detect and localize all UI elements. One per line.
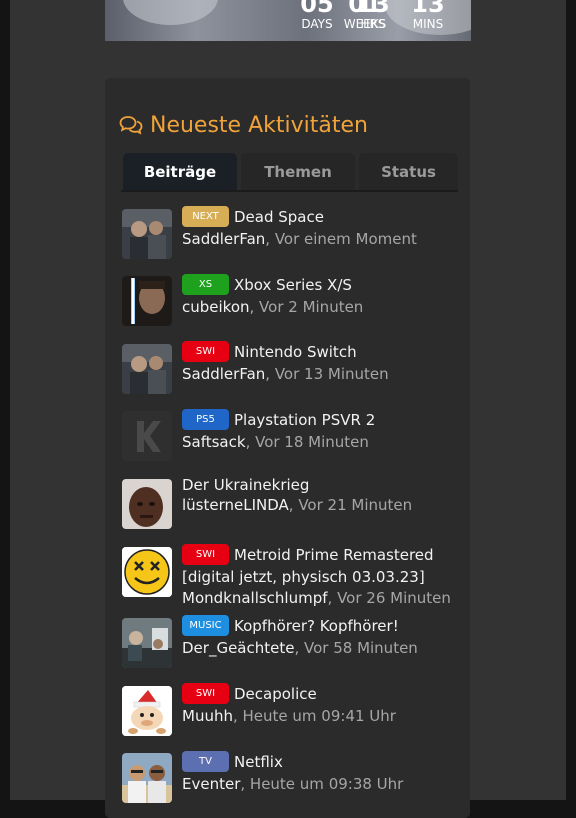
timestamp: , Heute um 09:38 Uhr — [240, 775, 404, 793]
activity-meta: cubeikon, Vor 2 Minuten — [182, 298, 363, 316]
countdown-label: DAYS — [301, 17, 333, 31]
latest-activities-panel: Neueste Aktivitäten Beiträge Themen Stat… — [105, 78, 470, 818]
comments-icon — [119, 116, 143, 135]
username-link[interactable]: SaddlerFan — [182, 365, 265, 383]
tab-label: Status — [381, 162, 436, 181]
countdown-minutes: 13 MINS — [398, 0, 458, 31]
timestamp: , Vor einem Moment — [265, 230, 417, 248]
username-link[interactable]: Saftsack — [182, 433, 246, 451]
thread-title[interactable]: Dead Space — [234, 208, 324, 226]
lightsaber-avatar[interactable] — [122, 276, 172, 326]
countdown-hours: 13 HRS — [343, 0, 403, 31]
tab-label: Beiträge — [143, 162, 217, 181]
activity-meta: Saftsack, Vor 18 Minuten — [182, 433, 369, 451]
countdown-value: 13 — [356, 0, 390, 18]
prefix-badge[interactable]: SWI — [182, 341, 229, 362]
prefix-badge[interactable]: SWI — [182, 683, 229, 704]
banner-graphic — [123, 0, 218, 25]
username-link[interactable]: Der_Geächtete — [182, 639, 294, 657]
username-link[interactable]: lüsterneLINDA — [182, 496, 289, 514]
activity-meta: SaddlerFan, Vor einem Moment — [182, 230, 417, 248]
scene-avatar[interactable] — [122, 618, 172, 668]
countdown-value: 13 — [411, 0, 445, 18]
thread-title[interactable]: Metroid Prime Remastered — [234, 546, 434, 564]
face-avatar[interactable] — [122, 479, 172, 529]
santa-avatar[interactable] — [122, 686, 172, 736]
soldier-avatar[interactable] — [122, 344, 172, 394]
thread-title[interactable]: Decapolice — [234, 685, 317, 703]
panel-title: Neueste Aktivitäten — [119, 110, 368, 140]
timestamp: , Vor 13 Minuten — [265, 365, 389, 383]
timestamp: , Vor 2 Minuten — [249, 298, 364, 316]
smiley-avatar[interactable] — [122, 547, 172, 597]
prefix-badge[interactable]: TV — [182, 751, 229, 772]
thread-title[interactable]: Xbox Series X/S — [234, 276, 352, 294]
username-link[interactable]: Mondknallschlumpf — [182, 589, 328, 607]
countdown-value: 05 — [300, 0, 334, 18]
tab-status[interactable]: Status — [359, 153, 458, 190]
letter-k-avatar[interactable] — [122, 411, 172, 461]
prefix-badge[interactable]: NEXT — [182, 206, 229, 227]
tab-beitraege[interactable]: Beiträge — [123, 153, 237, 190]
activity-meta: SaddlerFan, Vor 13 Minuten — [182, 365, 389, 383]
timestamp: , Vor 58 Minuten — [294, 639, 418, 657]
prefix-badge[interactable]: MUSIC — [182, 615, 229, 636]
timestamp: , Vor 26 Minuten — [327, 589, 451, 607]
tab-label: Themen — [264, 162, 332, 181]
timestamp: , Vor 21 Minuten — [288, 496, 413, 514]
prefix-badge[interactable]: XS — [182, 274, 229, 295]
thread-title-continued[interactable]: [digital jetzt, physisch 03.03.23] — [182, 568, 425, 586]
countdown-banner[interactable]: 01 WEEKS 05 DAYS 13 HRS 13 MINS — [105, 0, 471, 41]
thread-title[interactable]: Playstation PSVR 2 — [234, 411, 375, 429]
countdown-label: MINS — [412, 17, 444, 31]
duo-avatar[interactable] — [122, 753, 172, 803]
thread-title[interactable]: Der Ukrainekrieg — [182, 476, 309, 494]
username-link[interactable]: Eventer — [182, 775, 240, 793]
username-link[interactable]: SaddlerFan — [182, 230, 265, 248]
username-link[interactable]: cubeikon — [182, 298, 250, 316]
timestamp: , Heute um 09:41 Uhr — [232, 707, 396, 725]
tab-themen[interactable]: Themen — [241, 153, 355, 190]
activity-meta: Muuhh, Heute um 09:41 Uhr — [182, 707, 396, 725]
prefix-badge[interactable]: PS5 — [182, 409, 229, 430]
activity-meta: Mondknallschlumpf, Vor 26 Minuten — [182, 589, 451, 607]
activity-meta: Der_Geächtete, Vor 58 Minuten — [182, 639, 418, 657]
thread-title[interactable]: Kopfhörer? Kopfhörer! — [234, 617, 399, 635]
countdown-label: HRS — [360, 17, 386, 31]
panel-title-text: Neueste Aktivitäten — [150, 112, 368, 138]
activity-meta: lüsterneLINDA, Vor 21 Minuten — [182, 496, 412, 514]
username-link[interactable]: Muuhh — [182, 707, 233, 725]
timestamp: , Vor 18 Minuten — [245, 433, 369, 451]
thread-title[interactable]: Nintendo Switch — [234, 343, 357, 361]
prefix-badge[interactable]: SWI — [182, 544, 229, 565]
soldier-avatar[interactable] — [122, 209, 172, 259]
countdown-days: 05 DAYS — [287, 0, 347, 31]
thread-title[interactable]: Netflix — [234, 753, 283, 771]
activity-meta: Eventer, Heute um 09:38 Uhr — [182, 775, 403, 793]
activity-tabs: Beiträge Themen Status — [121, 153, 458, 192]
